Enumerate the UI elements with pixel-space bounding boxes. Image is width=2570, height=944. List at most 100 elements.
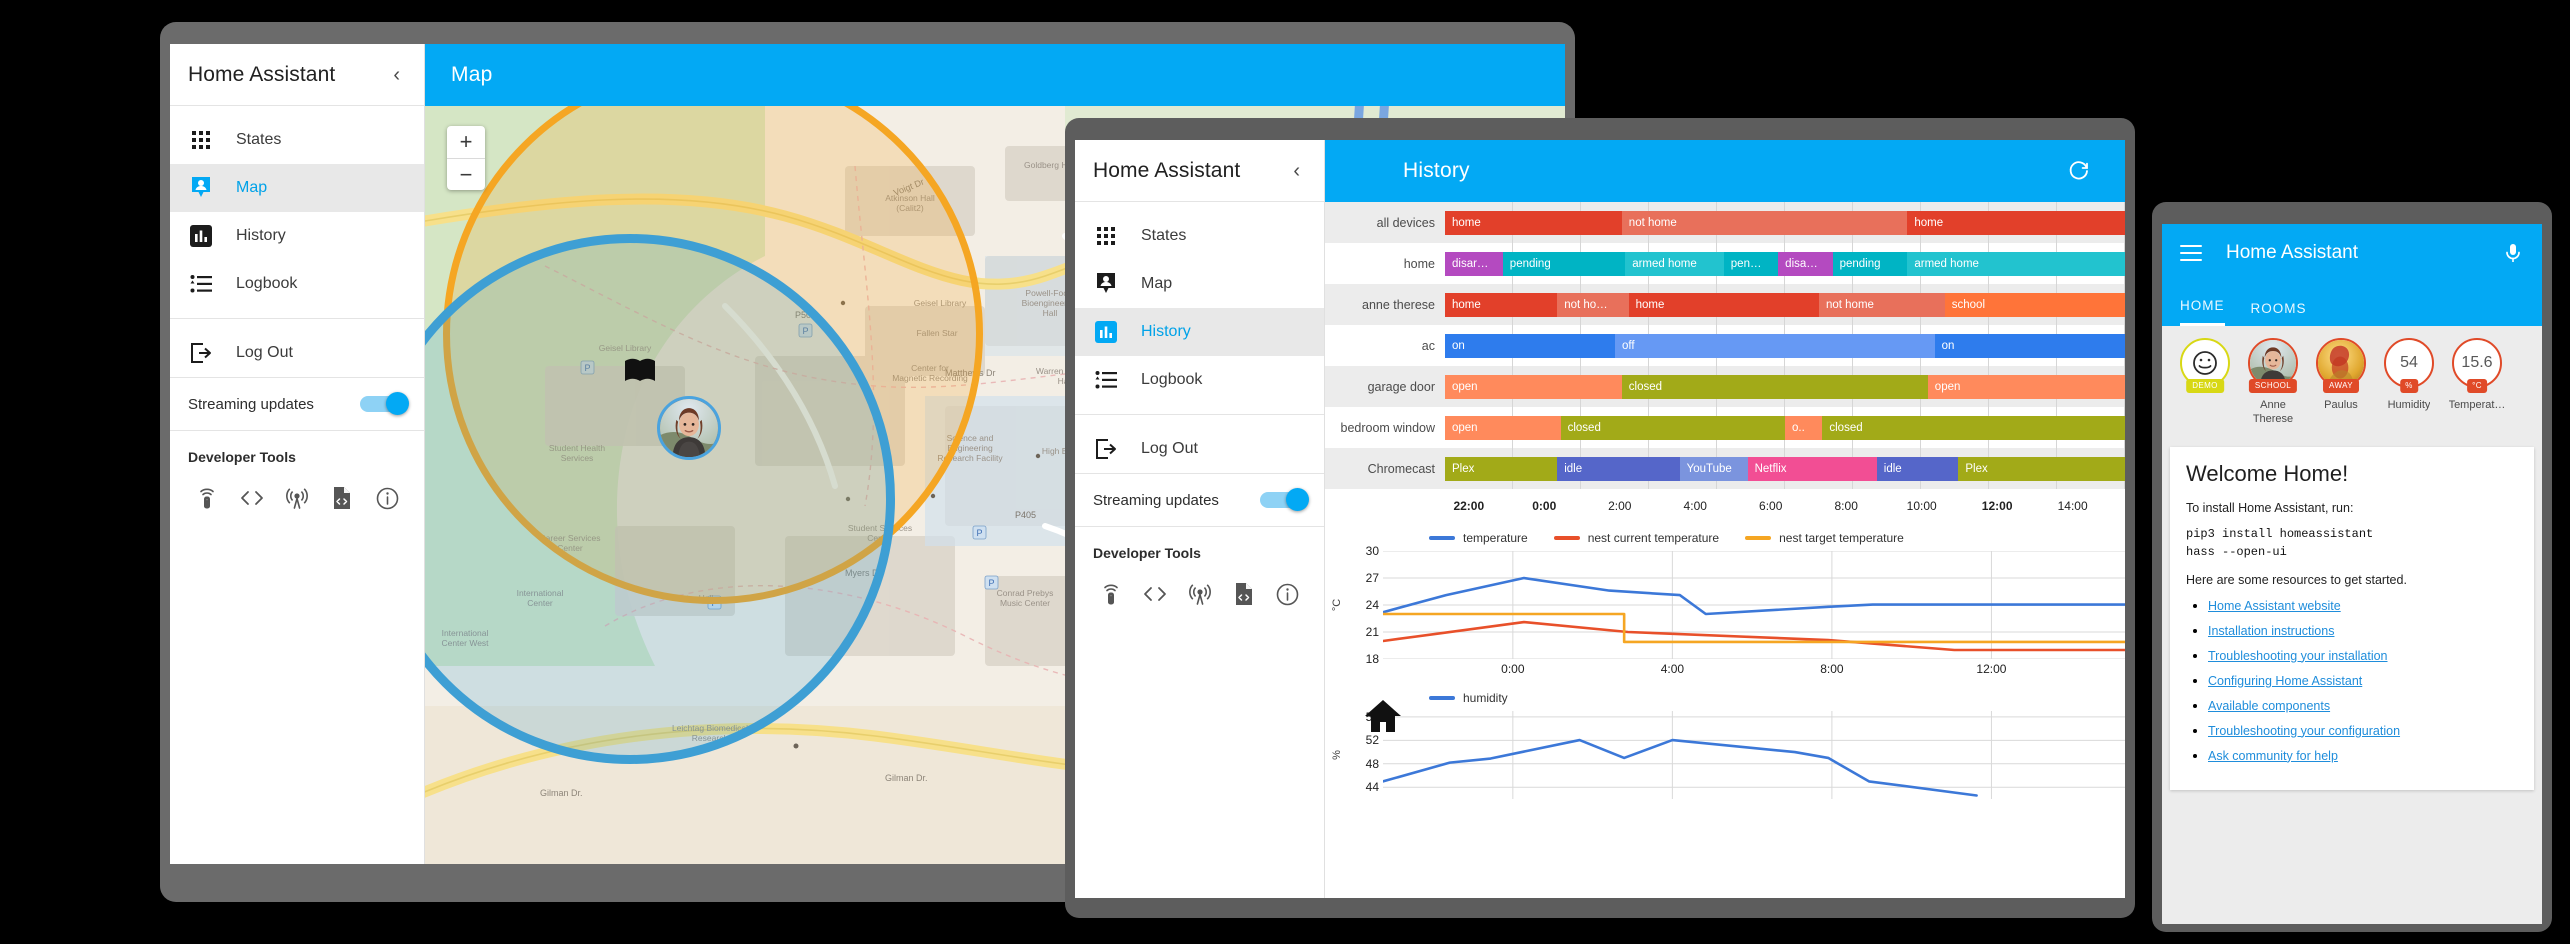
temperature-y-axis-label: °C [1331,598,1343,612]
hamburger-icon[interactable] [2180,245,2202,261]
chart-legend-item[interactable]: nest current temperature [1553,531,1719,545]
timeline-segment[interactable]: Plex [1958,456,2125,481]
sidebar-item-history[interactable]: History [1075,308,1324,356]
badge-paulus[interactable]: AWAY Paulus [2310,338,2372,427]
timeline-segment[interactable]: Plex [1445,456,1558,481]
timeline-row[interactable]: all devices home not home home [1325,202,2125,243]
sidebar-item-map[interactable]: Map [1075,260,1324,308]
library-marker[interactable] [623,355,657,390]
chart-y-tick-label: 48 [1365,756,1379,771]
timeline-segment[interactable]: o.. [1784,415,1823,440]
broadcast-icon[interactable] [1181,577,1217,611]
sidebar-item-states[interactable]: States [170,116,424,164]
information-icon[interactable] [369,481,406,515]
sidebar-collapse-icon[interactable]: ‹ [1287,157,1306,185]
badge-temperature[interactable]: 15.6 °C Temperat… [2446,338,2508,427]
timeline-segment[interactable]: home [1907,210,2125,235]
timeline-bars: open closed open [1445,374,2125,399]
timeline-segment[interactable]: home [1628,292,1819,317]
timeline-segment[interactable]: disar… [1445,251,1503,276]
timeline-segment[interactable]: on [1934,333,2125,358]
sidebar-item-logbook[interactable]: Logbook [170,260,424,308]
timeline-row[interactable]: home disar… pending armed home pen… disa… pend… [1325,243,2125,284]
code-tags-icon[interactable] [1137,577,1173,611]
timeline-segment[interactable]: idle [1557,456,1680,481]
timeline-segment[interactable]: YouTube [1679,456,1748,481]
timeline-segment[interactable]: home [1445,210,1622,235]
chart-legend-item[interactable]: temperature [1429,531,1528,545]
sidebar-item-history[interactable]: History [170,212,424,260]
timeline-segment[interactable]: pen… [1723,251,1779,276]
timeline-row[interactable]: ac on off on [1325,325,2125,366]
timeline-segment[interactable]: not ho… [1557,292,1629,317]
timeline-segment[interactable]: on [1445,333,1615,358]
sidebar-item-map[interactable]: Map [170,164,424,212]
badge-circle: DEMO [2180,338,2230,393]
chart-legend-item[interactable]: humidity [1429,691,1508,705]
timeline-segment[interactable]: armed home [1625,251,1724,276]
sidebar-item-states[interactable]: States [1075,212,1324,260]
anne-therese-avatar[interactable] [657,396,721,460]
sidebar-item-logout[interactable]: Log Out [1075,425,1324,473]
timeline-segment[interactable]: not home [1818,292,1945,317]
sidebar-item-logout[interactable]: Log Out [170,329,424,377]
timeline-segment[interactable]: armed home [1907,251,2125,276]
information-icon[interactable] [1270,577,1306,611]
developer-tools-icons [188,481,406,515]
timeline-row[interactable]: garage door open closed open [1325,366,2125,407]
timeline-segment[interactable]: not home [1621,210,1908,235]
streaming-updates-toggle[interactable] [1260,488,1309,511]
timeline-segment[interactable]: closed [1621,374,1928,399]
timeline-row[interactable]: anne therese home not ho… home not home schoo… [1325,284,2125,325]
resource-list-item: Troubleshooting your installation [2208,647,2518,665]
zoom-out-button[interactable]: − [447,158,485,190]
streaming-updates-toggle[interactable] [360,392,409,415]
timeline-segment[interactable]: closed [1560,415,1785,440]
resource-link[interactable]: Ask community for help [2208,749,2338,763]
mobile-tab-rooms[interactable]: ROOMS [2251,301,2307,326]
resource-link[interactable]: Available components [2208,699,2330,713]
timeline-segment[interactable]: closed [1822,415,2125,440]
smiley-icon [2193,351,2217,375]
timeline-segment[interactable]: pending [1502,251,1626,276]
chart-legend-item[interactable]: nest target temperature [1745,531,1904,545]
home-marker[interactable] [1363,698,1403,739]
remote-icon[interactable] [188,481,225,515]
timeline-segment[interactable]: open [1445,374,1622,399]
sidebar-collapse-icon[interactable]: ‹ [387,61,406,89]
timeline-segment[interactable]: school [1944,292,2125,317]
timeline-row[interactable]: bedroom window open closed o.. closed [1325,407,2125,448]
badge-humidity[interactable]: 54% Humidity [2378,338,2440,427]
timeline-segment[interactable]: home [1445,292,1558,317]
timeline-segment[interactable]: pending [1832,251,1908,276]
timeline-segment[interactable]: open [1927,374,2125,399]
resource-link[interactable]: Configuring Home Assistant [2208,674,2362,688]
resource-link[interactable]: Home Assistant website [2208,599,2341,613]
timeline-segment[interactable]: open [1445,415,1561,440]
resource-link[interactable]: Troubleshooting your configuration [2208,724,2400,738]
resource-link[interactable]: Installation instructions [2208,624,2334,638]
zoom-in-button[interactable]: + [447,126,485,158]
install-code: pip3 install homeassistant hass --open-u… [2186,526,2374,559]
timeline-segment[interactable]: Netflix [1747,456,1877,481]
badge-anne-therese[interactable]: SCHOOL Anne Therese [2242,338,2304,427]
microphone-icon[interactable] [2502,242,2524,264]
mobile-tab-home[interactable]: HOME [2180,298,2225,326]
broadcast-icon[interactable] [278,481,315,515]
temperature-x-ticks: 0:00 4:00 8:00 12:00 [1383,659,2125,681]
file-code-icon[interactable] [324,481,361,515]
file-code-icon[interactable] [1226,577,1262,611]
timeline-segment[interactable]: disa… [1778,251,1833,276]
timeline-row[interactable]: Chromecast Plex idle YouTube Netflix idle Plex [1325,448,2125,489]
refresh-icon[interactable] [2059,151,2099,191]
resource-link[interactable]: Troubleshooting your installation [2208,649,2388,663]
developer-tools-title: Developer Tools [1093,545,1201,561]
state-timeline-table: all devices home not home home home disar… pen… [1325,202,2125,489]
badge-demo[interactable]: DEMO [2174,338,2236,427]
sidebar-item-logbook[interactable]: Logbook [1075,356,1324,404]
sidebar-item-label: Log Out [1141,440,1198,457]
timeline-segment[interactable]: off [1615,333,1935,358]
timeline-segment[interactable]: idle [1876,456,1959,481]
remote-icon[interactable] [1093,577,1129,611]
code-tags-icon[interactable] [233,481,270,515]
